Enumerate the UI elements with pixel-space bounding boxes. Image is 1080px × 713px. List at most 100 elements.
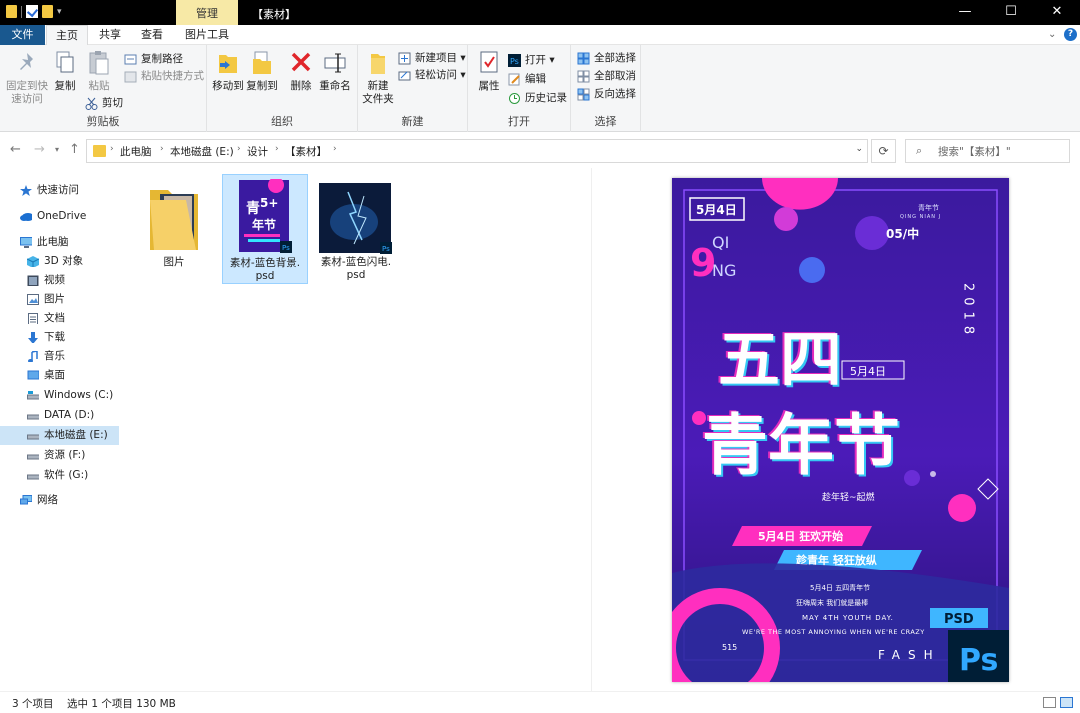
rename-button[interactable]: 重命名 xyxy=(317,49,353,93)
nav-item-drive-e[interactable]: 本地磁盘 (E:) xyxy=(0,426,119,445)
address-bar[interactable]: › 此电脑 › 本地磁盘 (E:) › 设计 › 【素材】 › ⌄ xyxy=(86,139,868,163)
nav-item-this-pc[interactable]: 此电脑 xyxy=(0,233,119,252)
search-placeholder: 搜索"【素材】" xyxy=(938,146,1011,158)
new-folder-quick-icon[interactable] xyxy=(42,5,53,18)
nav-item-drive-f[interactable]: 资源 (F:) xyxy=(0,446,119,465)
nav-item-music[interactable]: 音乐 xyxy=(0,347,119,366)
copy-label: 复制 xyxy=(54,80,76,92)
chevron-right-icon[interactable]: › xyxy=(110,144,114,154)
photoshop-small-icon: Ps xyxy=(508,54,521,67)
breadcrumb-sucai[interactable]: 【素材】 xyxy=(285,144,327,159)
history-label: 历史记录 xyxy=(525,92,567,104)
nav-label: 下载 xyxy=(44,331,65,343)
organize-group-label: 组织 xyxy=(271,115,293,128)
new-folder-icon xyxy=(366,49,390,77)
recent-locations-chevron-icon[interactable]: ▾ xyxy=(55,145,59,154)
breadcrumb-drive-e[interactable]: 本地磁盘 (E:) xyxy=(170,144,234,159)
corner-pinyin: QING NIAN J xyxy=(900,214,941,220)
help-icon[interactable]: ? xyxy=(1064,28,1077,41)
chevron-right-icon[interactable]: › xyxy=(160,144,164,154)
nav-item-quick-access[interactable]: 快速访问 xyxy=(0,181,119,200)
info-line-3: MAY 4TH YOUTH DAY. xyxy=(802,614,894,622)
tab-picture-tools[interactable]: 图片工具 xyxy=(176,25,238,45)
pin-label-2: 速访问 xyxy=(11,93,43,105)
drive-icon xyxy=(27,454,39,460)
easy-access-button[interactable]: 轻松访问 ▾ xyxy=(398,67,466,84)
invert-selection-icon xyxy=(577,88,590,101)
paste-button[interactable]: 粘贴 xyxy=(84,49,114,93)
properties-quick-icon[interactable] xyxy=(26,5,38,18)
new-item-button[interactable]: 新建项目 ▾ xyxy=(398,50,466,67)
nav-item-drive-c[interactable]: Windows (C:) xyxy=(0,386,119,405)
properties-button[interactable]: 属性 xyxy=(474,49,504,93)
select-all-button[interactable]: 全部选择 xyxy=(577,50,636,67)
search-input[interactable]: ⌕ 搜索"【素材】" xyxy=(905,139,1070,163)
copy-button[interactable]: 复制 xyxy=(50,49,80,93)
breadcrumb-this-pc[interactable]: 此电脑 xyxy=(120,144,152,159)
large-icons-view-icon[interactable] xyxy=(1060,697,1073,708)
nav-item-drive-g[interactable]: 软件 (G:) xyxy=(0,466,119,485)
nav-item-drive-d[interactable]: DATA (D:) xyxy=(0,406,119,425)
file-item-blue-background-psd[interactable]: 青 5+ 年节 Ps 素材-蓝色背景. psd xyxy=(222,174,308,284)
chevron-right-icon[interactable]: › xyxy=(275,144,279,154)
file-item-folder-pictures[interactable]: 图片 xyxy=(131,174,217,284)
folder-icon xyxy=(93,145,106,157)
copy-to-button[interactable]: 复制到 xyxy=(245,49,279,93)
back-arrow-icon[interactable]: ← xyxy=(10,142,21,157)
nav-item-desktop[interactable]: 桌面 xyxy=(0,366,119,385)
open-button[interactable]: Ps 打开 ▾ xyxy=(508,52,555,69)
new-folder-button[interactable]: 新建 文件夹 xyxy=(362,49,394,106)
easy-access-label: 轻松访问 xyxy=(415,69,457,81)
separator xyxy=(21,5,22,18)
minimize-button[interactable]: — xyxy=(942,0,988,25)
invert-selection-button[interactable]: 反向选择 xyxy=(577,86,636,103)
select-none-button[interactable]: 全部取消 xyxy=(577,68,636,85)
file-item-blue-lightning-psd[interactable]: Ps 素材-蓝色闪电. psd xyxy=(313,174,399,284)
breadcrumb-design[interactable]: 设计 xyxy=(247,144,268,159)
collapse-ribbon-icon[interactable]: ⌄ xyxy=(1048,29,1056,40)
window-title: 【素材】 xyxy=(252,8,296,21)
poster-circle xyxy=(799,257,825,283)
tab-manage[interactable]: 管理 xyxy=(176,0,238,25)
tab-home[interactable]: 主页 xyxy=(46,25,88,46)
customize-toolbar-icon[interactable]: ▾ xyxy=(57,7,62,17)
nav-item-videos[interactable]: 视频 xyxy=(0,271,119,290)
banner-1-text: 5月4日 狂欢开始 xyxy=(758,529,843,543)
nav-item-onedrive[interactable]: OneDrive xyxy=(0,207,119,226)
slogan-small: 趁年轻~起燃 xyxy=(822,491,875,503)
edit-button[interactable]: 编辑 xyxy=(508,71,546,88)
headline-bottom: 青年节 xyxy=(702,407,900,484)
ribbon: 固定到快 速访问 复制 粘贴 复制路径 粘贴快捷方式 剪切 剪贴板 移动到 复制… xyxy=(0,45,1080,132)
nav-item-3d-objects[interactable]: 3D 对象 xyxy=(0,252,119,271)
paste-shortcut-button[interactable]: 粘贴快捷方式 xyxy=(124,68,204,85)
chevron-right-icon[interactable]: › xyxy=(333,144,337,154)
up-arrow-icon[interactable]: ↑ xyxy=(69,142,80,157)
pin-quick-access-button[interactable]: 固定到快 速访问 xyxy=(4,49,50,106)
refresh-button[interactable]: ⟳ xyxy=(871,139,896,163)
tab-share[interactable]: 共享 xyxy=(90,25,130,45)
copy-path-button[interactable]: 复制路径 xyxy=(124,51,183,68)
qi-text: QI xyxy=(712,233,729,252)
item-count: 3 个项目 xyxy=(12,698,54,710)
new-item-dropdown-icon: ▾ xyxy=(457,52,466,64)
move-to-button[interactable]: 移动到 xyxy=(211,49,245,93)
nav-item-downloads[interactable]: 下载 xyxy=(0,328,119,347)
cut-button[interactable]: 剪切 xyxy=(85,95,123,112)
forward-arrow-icon[interactable]: → xyxy=(34,142,45,157)
close-button[interactable]: ✕ xyxy=(1034,0,1080,25)
address-history-dropdown-icon[interactable]: ⌄ xyxy=(855,144,863,154)
chevron-right-icon[interactable]: › xyxy=(237,144,241,154)
tab-view[interactable]: 查看 xyxy=(130,25,174,45)
maximize-button[interactable]: ☐ xyxy=(988,0,1034,25)
nav-item-documents[interactable]: 文档 xyxy=(0,309,119,328)
details-view-icon[interactable] xyxy=(1043,697,1056,708)
history-button[interactable]: 历史记录 xyxy=(508,90,567,107)
nav-label: 3D 对象 xyxy=(44,255,84,267)
network-icon xyxy=(20,495,32,505)
delete-button[interactable]: 删除 xyxy=(286,49,316,93)
copy-icon xyxy=(53,49,77,77)
tab-file[interactable]: 文件 xyxy=(0,25,45,45)
nav-item-network[interactable]: 网络 xyxy=(0,491,119,510)
poster-graphic: 5月4日 9 QI NG 青年节 QING NIAN J 05/中 五四 五四 … xyxy=(672,178,1009,682)
nav-item-pictures[interactable]: 图片 xyxy=(0,290,119,309)
